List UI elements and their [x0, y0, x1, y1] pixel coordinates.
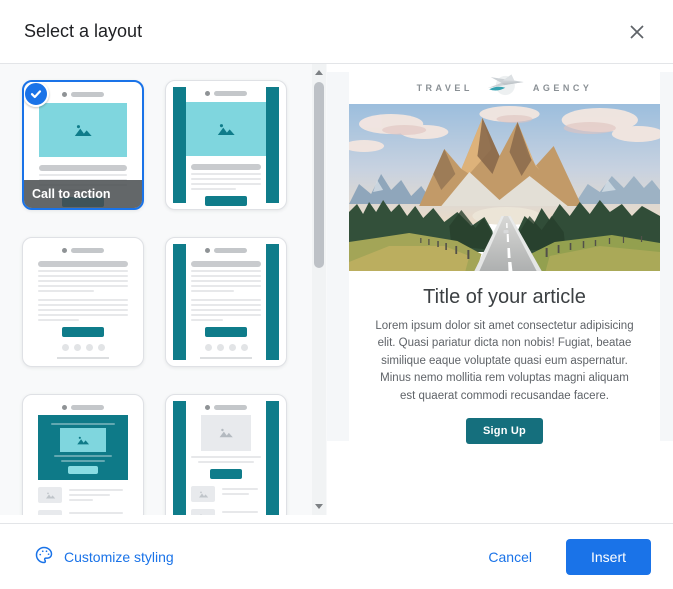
select-layout-dialog: Select a layout Call to action TRAVEL AG…	[0, 0, 673, 589]
article-title: Title of your article	[423, 286, 586, 308]
customize-styling-button[interactable]: Customize styling	[34, 545, 174, 568]
image-placeholder-icon	[185, 102, 267, 156]
hero-image-mountain-road	[349, 104, 660, 271]
layout-list-pane: Call to action	[0, 64, 327, 523]
palette-icon	[34, 545, 54, 568]
dialog-footer: Customize styling Cancel Insert	[0, 523, 673, 589]
sign-up-button: Sign Up	[466, 418, 543, 445]
dialog-header: Select a layout	[0, 0, 673, 64]
image-placeholder-icon	[201, 415, 251, 451]
layout-card-label: Call to action	[24, 180, 142, 208]
layout-list-scrollbar[interactable]	[312, 64, 326, 515]
article-preview: Title of your article Lorem ipsum dolor …	[349, 271, 660, 445]
customize-styling-label: Customize styling	[64, 548, 174, 565]
insert-button[interactable]: Insert	[565, 538, 651, 575]
selected-check-icon	[24, 82, 49, 107]
thumb-placeholder-icon	[191, 509, 215, 515]
close-icon[interactable]	[625, 20, 649, 44]
layout-card-call-to-action[interactable]: Call to action	[22, 80, 144, 210]
email-preview: TRAVEL AGENCY Title of your article Lore…	[349, 72, 660, 445]
scroll-up-icon[interactable]	[315, 70, 323, 75]
scrollbar-thumb[interactable]	[314, 82, 324, 268]
cancel-button[interactable]: Cancel	[488, 549, 532, 565]
email-page-background: TRAVEL AGENCY Title of your article Lore…	[327, 72, 673, 445]
dialog-body: Call to action TRAVEL AGENCY Title of yo…	[0, 64, 673, 523]
layout-preview-pane: TRAVEL AGENCY Title of your article Lore…	[327, 64, 673, 523]
image-placeholder-icon	[60, 428, 106, 452]
logo-text-left: TRAVEL	[416, 83, 473, 93]
airplane-logo-icon	[480, 72, 526, 104]
scroll-down-icon[interactable]	[315, 504, 323, 509]
article-body: Lorem ipsum dolor sit amet consectetur a…	[375, 320, 634, 402]
thumb-placeholder-icon	[38, 487, 62, 503]
layout-card-text-only[interactable]	[22, 237, 144, 367]
layout-card-featured-content-sidebars[interactable]	[165, 394, 287, 515]
thumb-placeholder-icon	[191, 486, 215, 502]
layout-card-text-only-sidebars[interactable]	[165, 237, 287, 367]
thumb-placeholder-icon	[38, 510, 62, 515]
layout-grid: Call to action	[22, 80, 287, 515]
logo-text-right: AGENCY	[532, 83, 593, 93]
layout-card-call-to-action-sidebars[interactable]	[165, 80, 287, 210]
layout-card-featured-content[interactable]	[22, 394, 144, 515]
image-placeholder-icon	[39, 103, 127, 157]
dialog-title: Select a layout	[24, 21, 143, 41]
brand-logo: TRAVEL AGENCY	[349, 72, 660, 104]
layout-list: Call to action	[0, 64, 327, 515]
